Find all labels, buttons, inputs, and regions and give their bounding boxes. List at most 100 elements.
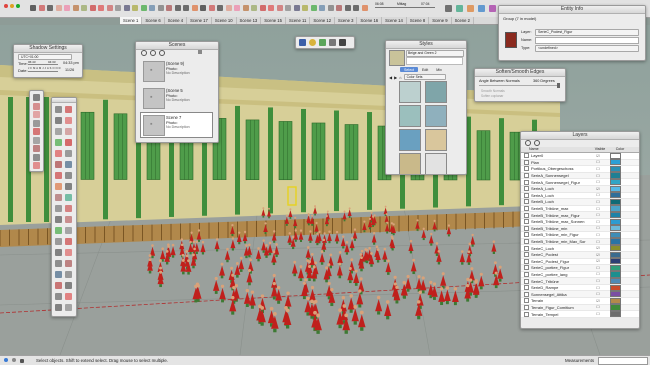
zoom-extents-tool-icon[interactable] bbox=[55, 249, 62, 256]
layer-row[interactable]: SerieB_Tribüne_max_Figur ☐ bbox=[521, 212, 639, 219]
tool-icon[interactable] bbox=[33, 136, 40, 144]
push-pull-tool-icon[interactable] bbox=[64, 161, 72, 168]
layer-visible-checkbox[interactable]: ☐ bbox=[589, 266, 607, 270]
scene-tab[interactable]: Scene 2 bbox=[452, 17, 474, 24]
layer-row[interactable]: SerieC_portiee_lang ☐ bbox=[521, 271, 639, 279]
zoom-extents-tool-icon[interactable] bbox=[166, 5, 172, 11]
layer-active-radio[interactable] bbox=[524, 298, 529, 304]
protractor-tool-icon[interactable] bbox=[55, 205, 62, 212]
tape-measure-tool-icon[interactable] bbox=[115, 5, 121, 11]
color-sets-dropdown[interactable]: Color Sets bbox=[403, 74, 446, 80]
layer-active-radio[interactable] bbox=[524, 166, 529, 172]
rotate-tool-icon[interactable] bbox=[55, 172, 62, 179]
eraser-tool-icon[interactable] bbox=[38, 5, 45, 11]
look-around-tool-icon[interactable] bbox=[55, 260, 62, 267]
offset-tool-icon[interactable] bbox=[251, 5, 257, 11]
layer-row[interactable]: SerieB_Tribüne_max_Sonnen ☐ bbox=[521, 218, 639, 226]
orbit-tool-icon[interactable] bbox=[140, 5, 147, 11]
view-tool-icon[interactable] bbox=[478, 5, 485, 12]
previous-view-tool-icon[interactable] bbox=[344, 5, 351, 11]
layer-visible-checkbox[interactable]: ☑ bbox=[589, 246, 607, 250]
rectangle-tool-icon[interactable] bbox=[55, 128, 62, 135]
zoom-tool-icon[interactable] bbox=[157, 5, 164, 11]
tool-icon[interactable] bbox=[33, 102, 40, 110]
scene-tab[interactable]: Scene 17 bbox=[187, 17, 212, 24]
angle-slider-thumb[interactable] bbox=[557, 83, 560, 88]
layer-color-swatch[interactable] bbox=[610, 218, 621, 225]
tape-measure-tool-icon[interactable] bbox=[285, 5, 291, 11]
layer-row[interactable]: SerieB_Tribüne_min ☐ bbox=[521, 225, 639, 233]
geo-icon[interactable] bbox=[12, 358, 16, 362]
line-tool-icon[interactable] bbox=[217, 5, 223, 11]
date-slider[interactable] bbox=[28, 71, 58, 72]
scene-item[interactable]: ▪ (Scene 5 Photo: No Description bbox=[140, 85, 213, 111]
soften-coplanar-option[interactable]: Soften coplanar bbox=[481, 94, 503, 98]
layer-color-swatch[interactable] bbox=[610, 185, 621, 192]
layer-visible-checkbox[interactable]: ☐ bbox=[589, 220, 607, 224]
polygon-tool-icon[interactable] bbox=[55, 150, 62, 157]
layer-color-swatch[interactable] bbox=[610, 310, 621, 318]
layer-color-swatch[interactable] bbox=[610, 225, 621, 232]
style-swatch[interactable] bbox=[425, 105, 447, 127]
layer-active-radio[interactable] bbox=[524, 192, 529, 198]
offset-tool-icon[interactable] bbox=[64, 183, 72, 190]
style-description[interactable] bbox=[406, 57, 463, 65]
text-tool-icon[interactable] bbox=[293, 5, 300, 11]
layer-color-swatch[interactable] bbox=[610, 212, 621, 219]
layer-row[interactable]: SerieA_Sonnensegel_Figur ☐ bbox=[521, 179, 639, 186]
layer-color-swatch[interactable] bbox=[610, 251, 621, 258]
tab-edit[interactable]: Edit bbox=[418, 67, 432, 72]
scene-tab[interactable]: Scene 1 bbox=[120, 17, 143, 24]
section-tool-icon[interactable] bbox=[361, 5, 368, 11]
scene-tab[interactable]: Scene 9 bbox=[429, 17, 452, 24]
next-view-tool-icon[interactable] bbox=[353, 5, 359, 11]
line-tool-icon[interactable] bbox=[64, 128, 72, 135]
scene-item[interactable]: ▪ (Scene 9) Photo: No Description bbox=[140, 58, 213, 84]
position-camera-icon[interactable] bbox=[339, 39, 346, 46]
scene-tab[interactable]: Scene 15 bbox=[261, 17, 286, 24]
layer-visible-checkbox[interactable]: ☐ bbox=[589, 233, 607, 237]
layer-row[interactable]: SerieC_Loch ☑ bbox=[521, 245, 639, 252]
layer-row[interactable]: SerieC_portiee_Figur ☐ bbox=[521, 264, 639, 272]
orbit-tool-icon[interactable] bbox=[55, 227, 62, 234]
circle-tool-icon[interactable] bbox=[55, 139, 62, 146]
layer-active-radio[interactable] bbox=[524, 285, 529, 291]
tool-icon[interactable] bbox=[33, 153, 40, 161]
scene-tab[interactable]: Scene 3 bbox=[335, 17, 358, 24]
layer-visible-checkbox[interactable]: ☐ bbox=[589, 174, 607, 178]
layer-color-swatch[interactable] bbox=[610, 165, 621, 173]
style-name-field[interactable]: Beige and Green 2 bbox=[406, 50, 464, 57]
layer-row[interactable]: SerieB_Tribüne_min_Max_Sor ☐ bbox=[521, 238, 639, 246]
style-swatch[interactable] bbox=[425, 153, 447, 174]
tape-tool-icon[interactable] bbox=[55, 194, 62, 201]
layer-row[interactable]: SerieA_Loch ☑ bbox=[521, 185, 639, 193]
zoom-tool-icon[interactable] bbox=[327, 5, 334, 11]
camera-icon[interactable] bbox=[299, 39, 306, 46]
type-select[interactable]: <undefined> bbox=[535, 45, 639, 52]
scene-tab[interactable]: Scene 11 bbox=[286, 17, 311, 24]
layer-visible-checkbox[interactable]: ☑ bbox=[589, 154, 607, 158]
arc-tool-icon[interactable] bbox=[55, 5, 62, 11]
layer-row[interactable]: SerieC_Podest_Figur ☑ bbox=[521, 258, 639, 266]
previous-view-tool-icon[interactable] bbox=[174, 5, 181, 11]
layer-active-radio[interactable] bbox=[524, 159, 529, 165]
layer-active-radio[interactable] bbox=[524, 265, 529, 271]
home-icon[interactable]: ⌂ bbox=[399, 75, 401, 80]
paint-tool-icon[interactable] bbox=[132, 5, 138, 11]
look-around-icon[interactable] bbox=[329, 39, 336, 46]
minimize-window-button[interactable] bbox=[10, 4, 14, 8]
scene-tab[interactable]: Scene 4 bbox=[165, 17, 188, 24]
dimension-tool-icon[interactable] bbox=[64, 194, 72, 201]
scene-tab[interactable]: Scene 16 bbox=[357, 17, 383, 24]
layer-color-swatch[interactable] bbox=[610, 277, 621, 285]
compass-tool-icon[interactable] bbox=[55, 293, 62, 300]
layer-active-radio[interactable] bbox=[524, 206, 529, 212]
tool-icon[interactable] bbox=[33, 119, 40, 127]
layer-color-swatch[interactable] bbox=[610, 159, 621, 166]
select-tool-icon[interactable] bbox=[30, 5, 36, 11]
select-tool-icon[interactable] bbox=[55, 106, 62, 113]
scene-tab[interactable]: Scene 13 bbox=[237, 17, 262, 24]
layer-active-radio[interactable] bbox=[524, 239, 529, 245]
date-value[interactable]: 11/26 bbox=[65, 68, 74, 72]
layer-visible-checkbox[interactable]: ☐ bbox=[589, 167, 607, 171]
